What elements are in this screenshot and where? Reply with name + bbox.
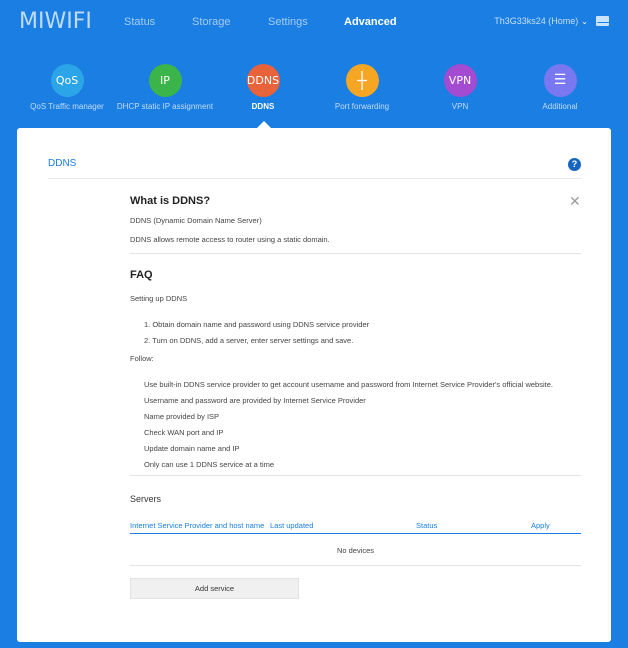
active-app-pointer [257, 121, 271, 128]
app-label: QoS Traffic manager [30, 102, 104, 111]
app-ddns[interactable]: DDNS DDNS [208, 64, 318, 111]
nav-settings[interactable]: Settings [268, 16, 308, 28]
faq-intro: Setting up DDNS [130, 294, 188, 303]
menu-icon: ☰ [543, 64, 577, 97]
vpn-icon: VPN [443, 64, 477, 97]
section-divider [130, 253, 581, 254]
miwifi-logo: MIWIFI [19, 9, 92, 34]
faq-note: Username and password are provided by In… [144, 396, 366, 405]
faq-note: Update domain name and IP [144, 444, 240, 453]
title-divider [48, 178, 581, 179]
col-header-last-updated: Last updated [270, 521, 314, 530]
col-header-apply: Apply [531, 521, 550, 530]
what-line-2: DDNS allows remote access to router usin… [130, 235, 330, 244]
page-title: DDNS [48, 158, 77, 169]
app-label: DHCP static IP assignment [116, 102, 214, 111]
help-icon[interactable]: ? [568, 158, 581, 171]
faq-note: Use built-in DDNS service provider to ge… [144, 380, 553, 389]
app-label: VPN [451, 102, 469, 111]
app-label: Port forwarding [334, 102, 390, 111]
mail-icon[interactable] [596, 16, 609, 26]
close-icon[interactable]: ✕ [569, 193, 581, 210]
faq-note: Only can use 1 DDNS service at a time [144, 460, 275, 469]
ddns-icon: DDNS [246, 64, 280, 97]
faq-note: Check WAN port and IP [144, 428, 224, 437]
add-service-button[interactable]: Add service [130, 578, 299, 599]
col-header-status: Status [416, 521, 438, 530]
what-is-ddns-heading: What is DDNS? [130, 195, 211, 207]
qos-icon: QoS [50, 64, 84, 97]
chevron-down-icon: ⌄ [581, 17, 588, 26]
top-bar: MIWIFI Status Storage Settings Advanced … [0, 0, 628, 44]
app-port-forwarding[interactable]: ┼ Port forwarding [307, 64, 417, 111]
empty-table-message: No devices [336, 546, 375, 555]
faq-note: Name provided by ISP [144, 412, 220, 421]
app-additional[interactable]: ☰ Additional [505, 64, 615, 111]
app-vpn[interactable]: VPN VPN [405, 64, 515, 111]
nav-advanced[interactable]: Advanced [344, 16, 397, 28]
ip-icon: IP [148, 64, 182, 97]
app-launcher: QoS QoS Traffic manager IP DHCP static I… [0, 64, 628, 114]
what-line-1: DDNS (Dynamic Domain Name Server) [130, 216, 262, 225]
nav-status[interactable]: Status [124, 16, 155, 28]
table-row-divider [130, 565, 581, 566]
user-menu[interactable]: Th3G33ks24 (Home) ⌄ [494, 16, 588, 26]
section-divider [130, 475, 581, 476]
faq-follow: Follow: [130, 354, 154, 363]
col-header-provider: Internet Service Provider and host name [130, 521, 265, 530]
faq-step-1: 1. Obtain domain name and password using… [144, 320, 370, 329]
table-header-line [130, 533, 581, 534]
nav-storage[interactable]: Storage [192, 16, 231, 28]
app-dhcp[interactable]: IP DHCP static IP assignment [110, 64, 220, 111]
ddns-panel: DDNS ? ✕ What is DDNS? DDNS (Dynamic Dom… [17, 128, 611, 642]
servers-heading: Servers [130, 494, 162, 504]
app-label: Additional [542, 102, 578, 111]
port-forward-icon: ┼ [345, 64, 379, 97]
app-qos[interactable]: QoS QoS Traffic manager [12, 64, 122, 111]
faq-step-2: 2. Turn on DDNS, add a server, enter ser… [144, 336, 354, 345]
faq-heading: FAQ [130, 269, 153, 281]
user-name: Th3G33ks24 (Home) [494, 16, 579, 26]
app-label: DDNS [251, 102, 275, 111]
